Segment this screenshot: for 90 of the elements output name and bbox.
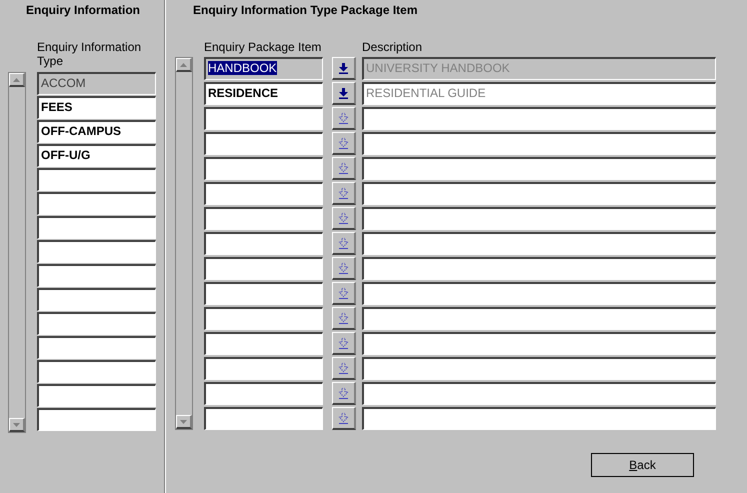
lookup-button[interactable] — [332, 332, 356, 355]
text-field[interactable] — [204, 157, 323, 180]
column-header: Enquiry Package Item — [204, 40, 322, 56]
down-arrow-icon — [339, 312, 348, 324]
text-field[interactable] — [362, 182, 716, 205]
lookup-button[interactable] — [332, 357, 356, 380]
text-field[interactable] — [204, 182, 323, 205]
down-triangle-icon — [13, 422, 20, 426]
down-arrow-icon — [339, 138, 348, 148]
text-field[interactable] — [204, 332, 323, 355]
text-field[interactable] — [362, 307, 716, 330]
down-arrow-icon — [339, 212, 348, 224]
scroll-up-button[interactable] — [9, 73, 25, 87]
down-arrow-icon — [339, 238, 348, 248]
text-field[interactable]: OFF-U/G — [37, 144, 156, 167]
scrollbar[interactable] — [175, 57, 193, 430]
lookup-button[interactable] — [332, 232, 356, 255]
down-arrow-icon — [339, 262, 348, 274]
text-field[interactable] — [204, 407, 323, 430]
text-field[interactable] — [37, 312, 156, 335]
text-field[interactable]: FEES — [37, 96, 156, 119]
text-field[interactable]: ACCOM — [37, 72, 156, 95]
text-field[interactable] — [362, 382, 716, 405]
down-arrow-icon — [339, 362, 348, 374]
lookup-button[interactable] — [332, 207, 356, 230]
text-field[interactable] — [37, 336, 156, 359]
text-field[interactable]: OFF-CAMPUS — [37, 120, 156, 143]
down-arrow-icon — [339, 62, 348, 74]
text-field[interactable] — [204, 132, 323, 155]
text-field[interactable] — [37, 408, 156, 431]
text-field[interactable] — [204, 357, 323, 380]
lookup-button[interactable] — [332, 382, 356, 405]
text-field[interactable] — [37, 192, 156, 215]
column-header: Description — [362, 40, 422, 56]
down-arrow-icon — [339, 388, 348, 398]
lookup-button[interactable] — [332, 157, 356, 180]
text-field[interactable] — [37, 216, 156, 239]
down-arrow-icon — [339, 288, 348, 298]
lookup-button[interactable] — [332, 257, 356, 280]
up-triangle-icon — [180, 62, 187, 66]
down-arrow-icon — [339, 412, 348, 424]
text-field[interactable] — [204, 282, 323, 305]
down-triangle-icon — [180, 420, 187, 424]
lookup-button[interactable] — [332, 132, 356, 155]
text-field[interactable] — [204, 307, 323, 330]
down-arrow-icon — [339, 162, 348, 174]
text-field[interactable]: RESIDENCE — [204, 82, 323, 105]
scroll-down-button[interactable] — [176, 415, 192, 429]
panel-title: Enquiry Information Type Package Item — [192, 2, 418, 19]
text-field[interactable] — [362, 107, 716, 130]
text-field[interactable] — [362, 282, 716, 305]
scroll-up-button[interactable] — [176, 58, 192, 72]
text-field[interactable] — [362, 232, 716, 255]
down-arrow-icon — [339, 88, 348, 98]
panel-title: Enquiry Information — [25, 2, 141, 19]
text-field[interactable] — [204, 107, 323, 130]
lookup-button[interactable] — [332, 82, 356, 105]
scroll-down-button[interactable] — [9, 418, 25, 432]
down-arrow-icon — [339, 338, 348, 348]
text-field[interactable] — [362, 357, 716, 380]
up-triangle-icon — [13, 78, 20, 82]
text-field[interactable] — [37, 240, 156, 263]
text-field[interactable] — [362, 157, 716, 180]
lookup-button[interactable] — [332, 107, 356, 130]
text-field[interactable] — [37, 264, 156, 287]
text-field[interactable] — [362, 207, 716, 230]
text-field[interactable] — [362, 332, 716, 355]
text-field[interactable] — [37, 168, 156, 191]
down-arrow-icon — [339, 112, 348, 124]
down-arrow-icon — [339, 188, 348, 198]
column-header: Enquiry Information Type — [36, 40, 142, 70]
scrollbar[interactable] — [8, 72, 26, 433]
text-field[interactable] — [362, 257, 716, 280]
lookup-button[interactable] — [332, 407, 356, 430]
text-field[interactable]: HANDBOOK — [204, 57, 323, 80]
text-field[interactable] — [204, 257, 323, 280]
text-field[interactable] — [362, 132, 716, 155]
lookup-button[interactable] — [332, 282, 356, 305]
text-field[interactable] — [37, 360, 156, 383]
text-field[interactable]: RESIDENTIAL GUIDE — [362, 82, 716, 105]
text-field[interactable] — [204, 232, 323, 255]
lookup-button[interactable] — [332, 307, 356, 330]
text-field[interactable] — [362, 407, 716, 430]
lookup-button[interactable] — [332, 182, 356, 205]
text-field[interactable] — [204, 382, 323, 405]
text-field[interactable] — [204, 207, 323, 230]
lookup-button[interactable] — [332, 57, 356, 80]
back-button[interactable]: Back — [591, 453, 694, 477]
text-field[interactable] — [37, 384, 156, 407]
text-field[interactable] — [37, 288, 156, 311]
